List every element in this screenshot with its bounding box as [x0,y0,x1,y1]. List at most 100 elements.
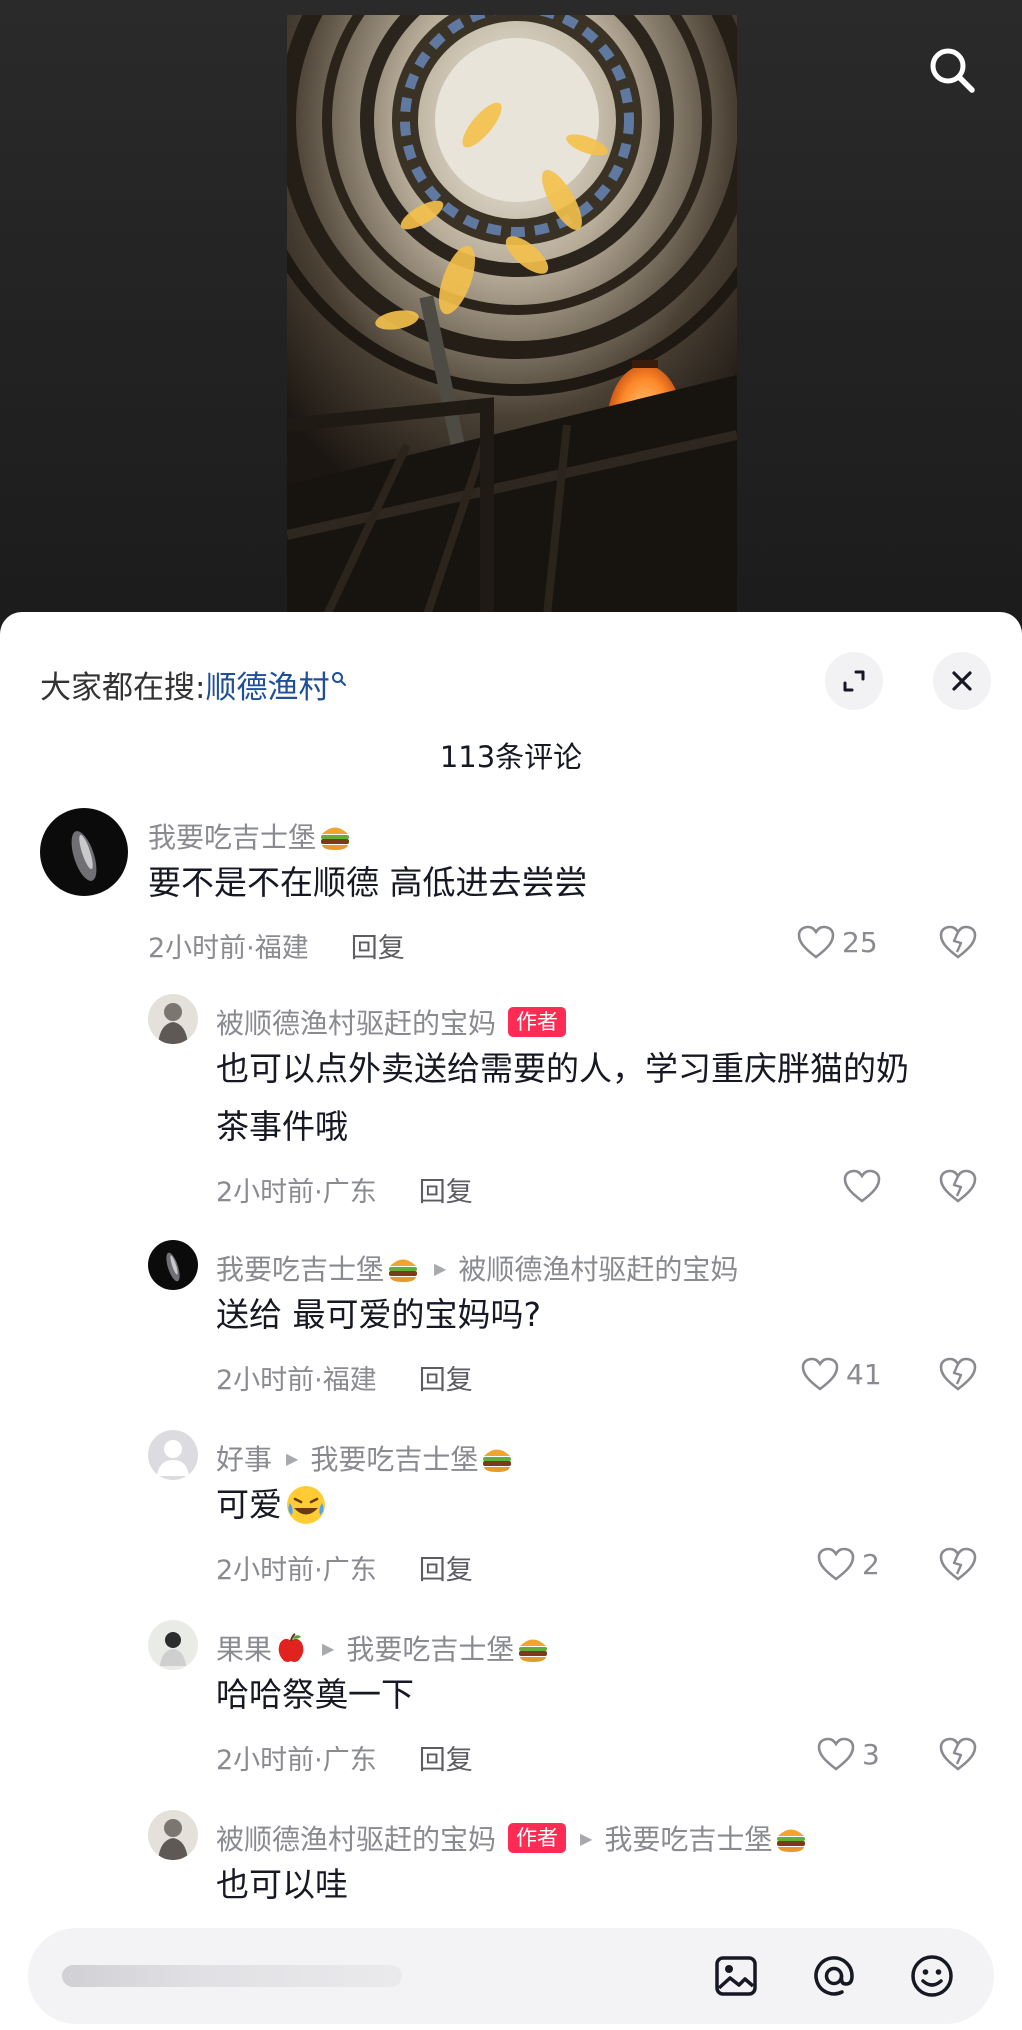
comment-input[interactable] [62,1956,422,1996]
video-player[interactable] [0,0,1022,640]
comment-text: 也可以哇 [216,1865,348,1904]
heart-icon [817,1737,855,1771]
like-count: 25 [842,925,878,959]
search-button[interactable] [922,40,982,100]
comment-text: 送给 最可爱的宝妈吗? [216,1295,542,1334]
username[interactable]: 果果 [216,1628,272,1668]
broken-heart-icon [939,1357,977,1391]
heart-icon [843,1169,881,1203]
hamburger-icon [321,827,350,850]
video-thumbnail [287,15,737,615]
username[interactable]: 好事 [216,1438,272,1478]
comment-count: 113条评论 [439,740,583,774]
comment-sheet: 大家都在搜: 顺德渔村 113条评论 我要吃吉士堡 要不是不在顺德 高低进去尝尝… [0,612,1022,2030]
reply-arrow-icon: ▶ [286,1448,299,1468]
avatar[interactable] [148,1430,198,1480]
close-icon [952,671,972,691]
username[interactable]: 我要吃吉士堡 [216,1248,384,1288]
like-button[interactable]: 25 [796,924,878,960]
reply-button[interactable]: 回复 [419,1170,473,1209]
comment-text-line2: 茶事件哦 [216,1107,348,1146]
comment-footer: 2小时前·广东 回复 [216,1738,473,1777]
comment-text: 哈哈祭奠一下 [216,1675,414,1714]
avatar[interactable] [148,1810,198,1860]
reply-button[interactable]: 回复 [419,1548,473,1587]
comment-time-location: 2小时前·广东 [216,1745,377,1776]
comment-footer: 2小时前·福建 回复 [148,926,405,965]
avatar[interactable] [148,1240,198,1290]
video-frame[interactable] [287,15,737,615]
dislike-button[interactable] [938,1736,978,1776]
author-badge: 作者 [508,1823,567,1853]
emoji-icon [911,1955,953,1997]
close-button[interactable] [933,652,991,710]
reply-arrow-icon: ▶ [322,1638,335,1658]
comment-footer: 2小时前·广东 回复 [216,1170,473,1209]
username[interactable]: 我要吃吉士堡 [148,816,316,856]
comment-header: 果果 ▶ 我要吃吉士堡 [216,1628,550,1668]
reply-to-username[interactable]: 被顺德渔村驱赶的宝妈 [458,1248,738,1288]
comment-footer: 2小时前·广东 回复 [216,1548,473,1587]
like-button[interactable]: 3 [816,1736,880,1772]
hamburger-icon [777,1829,806,1852]
hot-search-keyword: 顺德渔村 [205,670,330,706]
reply-to-username[interactable]: 我要吃吉士堡 [346,1628,514,1668]
hamburger-icon [483,1449,512,1472]
dislike-button[interactable] [938,924,978,964]
comment-time-location: 2小时前·广东 [216,1177,377,1208]
comment-time-location: 2小时前·福建 [216,1365,377,1396]
hot-search-prefix: 大家都在搜: [40,670,206,706]
reply-item: 被顺德渔村驱赶的宝妈 作者 ▶ 我要吃吉士堡 也可以哇 [0,1810,1022,1930]
dislike-button[interactable] [938,1356,978,1396]
dislike-button[interactable] [938,1546,978,1586]
image-button[interactable] [710,1950,762,2002]
reply-to-username[interactable]: 我要吃吉士堡 [310,1438,478,1478]
comment-header: 被顺德渔村驱赶的宝妈 作者 [216,1002,567,1042]
broken-heart-icon [939,1737,977,1771]
at-icon [814,1956,854,1996]
mention-button[interactable] [808,1950,860,2002]
hot-search-link[interactable]: 大家都在搜: 顺德渔村 [40,662,347,707]
comment-header: 我要吃吉士堡 [148,816,352,856]
like-count: 3 [862,1737,880,1771]
like-button[interactable]: 2 [816,1546,880,1582]
comment-item: 我要吃吉士堡 要不是不在顺德 高低进去尝尝 2小时前·福建 回复 25 [0,808,1022,988]
reply-button[interactable]: 回复 [419,1738,473,1777]
broken-heart-icon [939,1547,977,1581]
comment-sheet-header: 大家都在搜: 顺德渔村 [0,652,1022,712]
comment-text-line1: 也可以点外卖送给需要的人，学习重庆胖猫的奶 [216,1049,909,1088]
emoji-button[interactable] [906,1950,958,2002]
reply-arrow-icon: ▶ [580,1828,593,1848]
comment-text-wrap: 可爱 [216,1476,328,1534]
apple-icon [278,1633,304,1662]
comment-time-location: 2小时前·福建 [148,933,309,964]
like-button[interactable]: 41 [800,1356,882,1392]
username[interactable]: 被顺德渔村驱赶的宝妈 [216,1818,496,1858]
expand-button[interactable] [825,652,883,710]
like-button[interactable] [842,1168,888,1204]
comment-header: 我要吃吉士堡 ▶ 被顺德渔村驱赶的宝妈 [216,1248,738,1288]
reply-to-username[interactable]: 我要吃吉士堡 [604,1818,772,1858]
reply-button[interactable]: 回复 [419,1358,473,1397]
comment-input-bar [28,1928,994,2024]
like-count: 41 [846,1357,882,1391]
reply-button[interactable]: 回复 [351,926,405,965]
reply-item: 我要吃吉士堡 ▶ 被顺德渔村驱赶的宝妈 送给 最可爱的宝妈吗? 2小时前·福建 … [0,1240,1022,1420]
hamburger-icon [389,1259,418,1282]
comment-text: 要不是不在顺德 高低进去尝尝 [148,863,588,902]
search-icon [930,48,975,93]
expand-icon [843,670,865,692]
avatar[interactable] [148,1620,198,1670]
comment-text: 可爱 [216,1485,282,1524]
dislike-button[interactable] [938,1168,978,1208]
reply-arrow-icon: ▶ [434,1258,447,1278]
reply-item: 好事 ▶ 我要吃吉士堡 可爱 2小时前·广东 回复 2 [0,1430,1022,1610]
username[interactable]: 被顺德渔村驱赶的宝妈 [216,1002,496,1042]
avatar[interactable] [40,808,128,896]
image-icon [715,1956,757,1996]
comment-header: 好事 ▶ 我要吃吉士堡 [216,1438,514,1478]
heart-icon [817,1547,855,1581]
avatar[interactable] [148,994,198,1044]
broken-heart-icon [939,1169,977,1203]
hamburger-icon [519,1639,548,1662]
